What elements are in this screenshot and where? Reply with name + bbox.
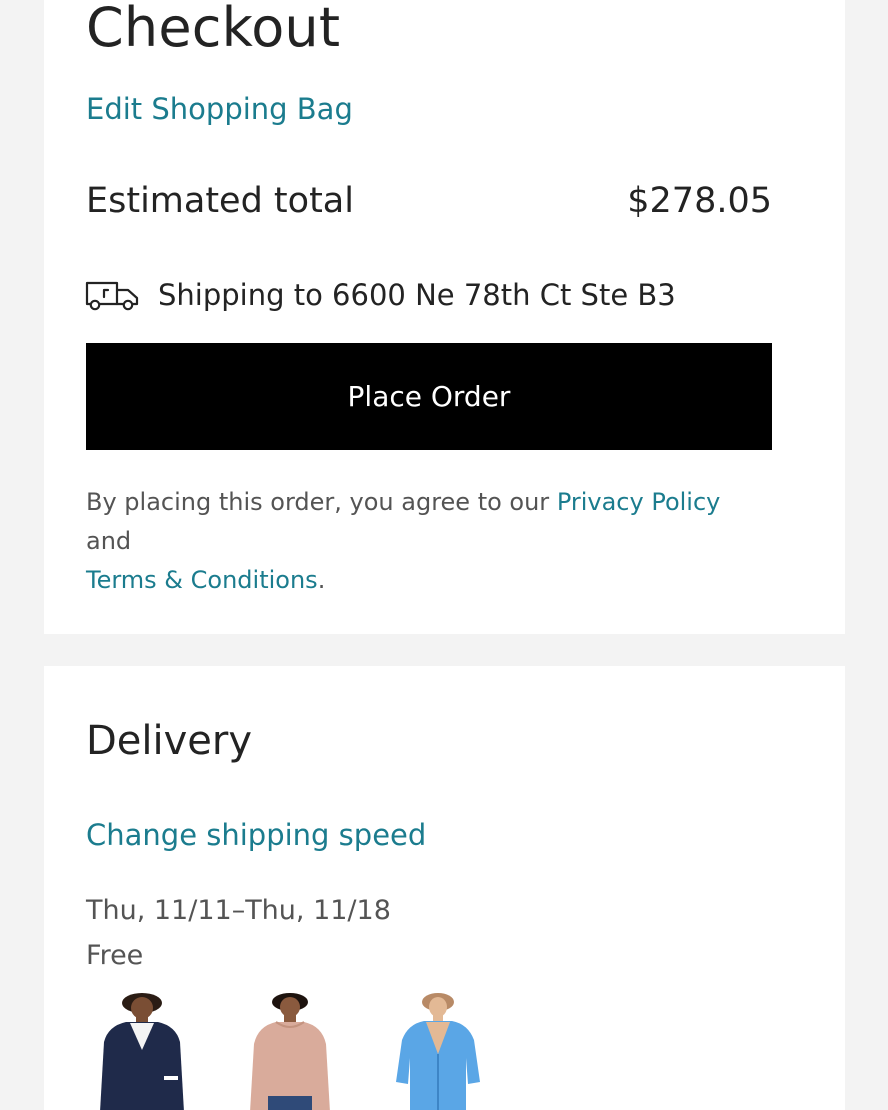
terms-conditions-link[interactable]: Terms & Conditions <box>86 566 318 594</box>
estimated-total-row: Estimated total $278.05 <box>86 181 772 221</box>
delivery-items <box>86 992 530 1110</box>
legal-prefix: By placing this order, you agree to our <box>86 488 557 516</box>
shipping-address-text: Shipping to 6600 Ne 78th Ct Ste B3 <box>158 278 676 312</box>
delivery-estimate: Thu, 11/11–Thu, 11/18 Free <box>86 888 391 978</box>
estimated-total-label: Estimated total <box>86 181 354 221</box>
legal-middle: and <box>86 527 132 555</box>
change-shipping-speed-link[interactable]: Change shipping speed <box>86 818 426 852</box>
shipping-address-row: Shipping to 6600 Ne 78th Ct Ste B3 <box>84 278 676 312</box>
truck-icon <box>84 278 142 312</box>
place-order-button[interactable]: Place Order <box>86 343 772 450</box>
edit-shopping-bag-link[interactable]: Edit Shopping Bag <box>86 92 353 126</box>
delivery-title: Delivery <box>86 718 253 764</box>
page-title: Checkout <box>86 0 341 59</box>
product-thumbnail-blush-sweater[interactable] <box>234 992 346 1110</box>
delivery-card: Delivery Change shipping speed Thu, 11/1… <box>44 666 845 1110</box>
legal-suffix: . <box>317 566 326 594</box>
checkout-card: Checkout Edit Shopping Bag Estimated tot… <box>44 0 845 634</box>
delivery-date-range: Thu, 11/11–Thu, 11/18 <box>86 895 391 926</box>
privacy-policy-link[interactable]: Privacy Policy <box>557 488 721 516</box>
product-thumbnail-navy-cardigan[interactable] <box>86 992 198 1110</box>
delivery-cost: Free <box>86 940 144 971</box>
legal-disclaimer: By placing this order, you agree to our … <box>86 483 772 600</box>
product-thumbnail-blue-cardigan[interactable] <box>382 992 494 1110</box>
estimated-total-value: $278.05 <box>627 181 772 221</box>
